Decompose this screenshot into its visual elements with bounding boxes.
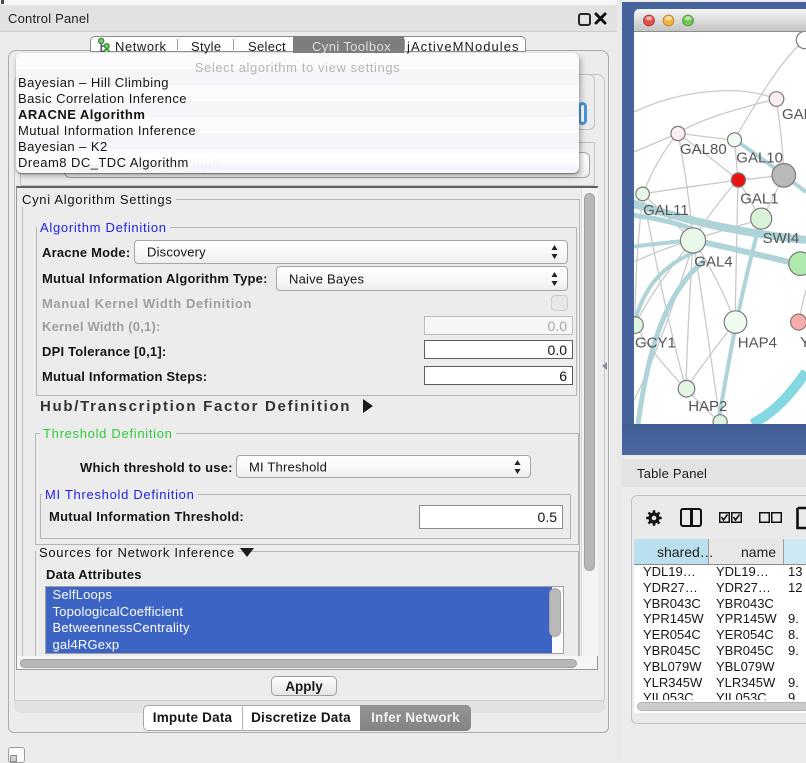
svg-text:HAP2: HAP2 <box>688 398 727 415</box>
svg-text:Y: Y <box>800 334 806 351</box>
svg-text:GAL4: GAL4 <box>694 253 732 270</box>
svg-text:SWI4: SWI4 <box>763 230 800 247</box>
svg-text:GAL80: GAL80 <box>680 141 727 158</box>
svg-text:GAL10: GAL10 <box>736 150 783 167</box>
svg-text:GAL1: GAL1 <box>740 190 778 207</box>
svg-text:GAL2: GAL2 <box>782 106 806 123</box>
svg-text:HAP4: HAP4 <box>738 334 777 351</box>
svg-text:GCY1: GCY1 <box>635 334 676 351</box>
svg-text:GAL11: GAL11 <box>643 202 689 219</box>
